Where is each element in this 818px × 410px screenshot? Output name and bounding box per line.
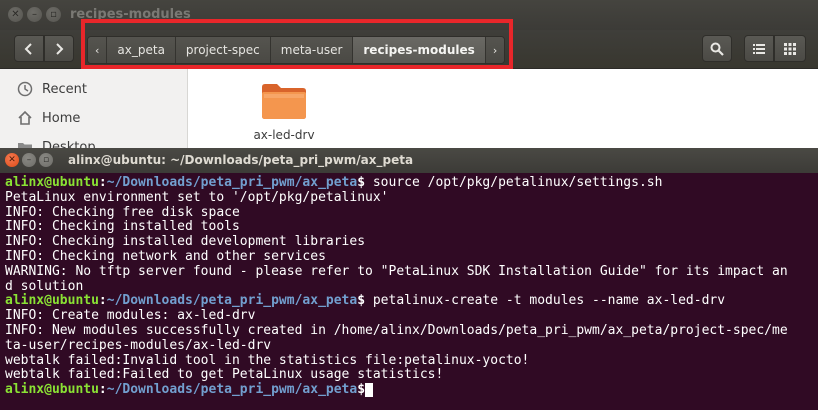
terminal-output-line: PetaLinux environment set to '/opt/pkg/p… [5,189,815,206]
home-icon [14,110,36,126]
terminal-minimize-button[interactable]: – [22,153,36,167]
terminal-prompt-line: alinx@ubuntu:~/Downloads/peta_pri_pwm/ax… [5,293,815,309]
close-icon: ✕ [11,8,20,20]
prompt-symbol: $ [357,382,366,398]
output-text: ta-user/recipes-modules/ax-led-drv [5,337,272,353]
prompt-separator: : [98,293,107,309]
sidebar-item-label: Home [42,110,81,126]
terminal-prompt-line: alinx@ubuntu:~/Downloads/peta_pri_pwm/ax… [5,382,815,398]
output-text: INFO: Checking installed development lib… [5,234,366,250]
chevron-right-icon [56,42,64,55]
output-text: webtalk failed:Failed to get PetaLinux u… [5,367,444,383]
prompt-symbol: $ [357,293,366,309]
terminal-output-line: ta-user/recipes-modules/ax-led-drv [5,337,815,354]
maximize-icon: ▫ [50,8,57,20]
terminal-titlebar[interactable]: ✕ – ▫ alinx@ubuntu: ~/Downloads/peta_pri… [0,148,818,173]
output-text: INFO: New modules successfully created i… [5,322,788,338]
chevron-left-icon [24,42,32,55]
terminal-output-line: INFO: Checking installed development lib… [5,234,815,250]
terminal-cursor [365,383,374,398]
pathbar-highlight-box [81,19,513,69]
folder-label: ax-led-drv [253,128,315,142]
terminal-output-line: webtalk failed:Failed to get PetaLinux u… [5,367,815,383]
terminal-output-line: INFO: Checking free disk space [5,204,815,221]
back-button[interactable] [14,35,44,62]
prompt-user: alinx@ubuntu [5,175,99,190]
maximize-icon: ▫ [42,154,50,165]
prompt-user: alinx@ubuntu [5,382,99,398]
output-text: webtalk failed:Invalid tool in the stati… [5,352,530,368]
sidebar-item-home[interactable]: Home [0,104,187,132]
command-text: source /opt/pkg/petalinux/settings.sh [365,175,663,190]
output-text: INFO: Create modules: ax-led-drv [5,308,256,324]
terminal-prompt-line: alinx@ubuntu:~/Downloads/peta_pri_pwm/ax… [5,175,815,191]
file-manager-window: ✕ – ▫ recipes-modules ‹ ax_peta project-… [0,0,818,165]
minimize-icon: – [32,8,37,20]
terminal-output-line: INFO: Checking network and other service… [5,248,815,265]
forward-button[interactable] [44,35,74,62]
search-icon [710,42,724,56]
command-text: petalinux-create -t modules --name ax-le… [365,293,726,309]
terminal-output-line: webtalk failed:Invalid tool in the stati… [5,352,815,369]
minimize-icon: – [26,154,32,165]
fm-maximize-button[interactable]: ▫ [46,7,61,22]
search-button[interactable] [702,35,732,62]
output-text: INFO: Checking free disk space [5,204,240,220]
list-view-icon [753,44,765,54]
terminal-output-line: INFO: New modules successfully created i… [5,322,815,339]
output-text: INFO: Checking installed tools [5,219,240,235]
output-text: PetaLinux environment set to '/opt/pkg/p… [5,189,389,205]
terminal-output-line: INFO: Create modules: ax-led-drv [5,308,815,324]
terminal-window: ✕ – ▫ alinx@ubuntu: ~/Downloads/peta_pri… [0,148,818,410]
terminal-close-button[interactable]: ✕ [5,153,19,167]
clock-icon [14,81,36,97]
terminal-output-line: d solution [5,278,815,295]
sidebar-item-recent[interactable]: Recent [0,75,187,103]
terminal-maximize-button[interactable]: ▫ [39,153,53,167]
prompt-symbol: $ [357,175,366,190]
prompt-path: ~/Downloads/peta_pri_pwm/ax_peta [106,382,358,398]
grid-view-button[interactable] [774,35,806,62]
list-view-button[interactable] [744,35,774,62]
grid-view-icon [784,42,796,55]
output-text: d solution [5,278,84,294]
prompt-separator: : [98,175,107,190]
output-text: INFO: Checking network and other service… [5,248,326,264]
terminal-output-line: WARNING: No tftp server found - please r… [5,263,815,280]
close-icon: ✕ [8,154,16,165]
fm-close-button[interactable]: ✕ [8,7,23,22]
terminal-output-line: INFO: Checking installed tools [5,219,815,235]
output-text: WARNING: No tftp server found - please r… [5,263,788,279]
folder-icon [262,84,306,119]
prompt-path: ~/Downloads/peta_pri_pwm/ax_peta [106,293,358,309]
sidebar-item-label: Recent [42,81,87,97]
fm-minimize-button[interactable]: – [27,7,42,22]
folder-item-ax-led-drv[interactable]: ax-led-drv [244,81,324,142]
prompt-user: alinx@ubuntu [5,293,99,309]
prompt-path: ~/Downloads/peta_pri_pwm/ax_peta [106,175,358,190]
terminal-output[interactable]: alinx@ubuntu:~/Downloads/peta_pri_pwm/ax… [5,175,815,398]
terminal-title: alinx@ubuntu: ~/Downloads/peta_pri_pwm/a… [68,153,414,167]
prompt-separator: : [98,382,107,398]
